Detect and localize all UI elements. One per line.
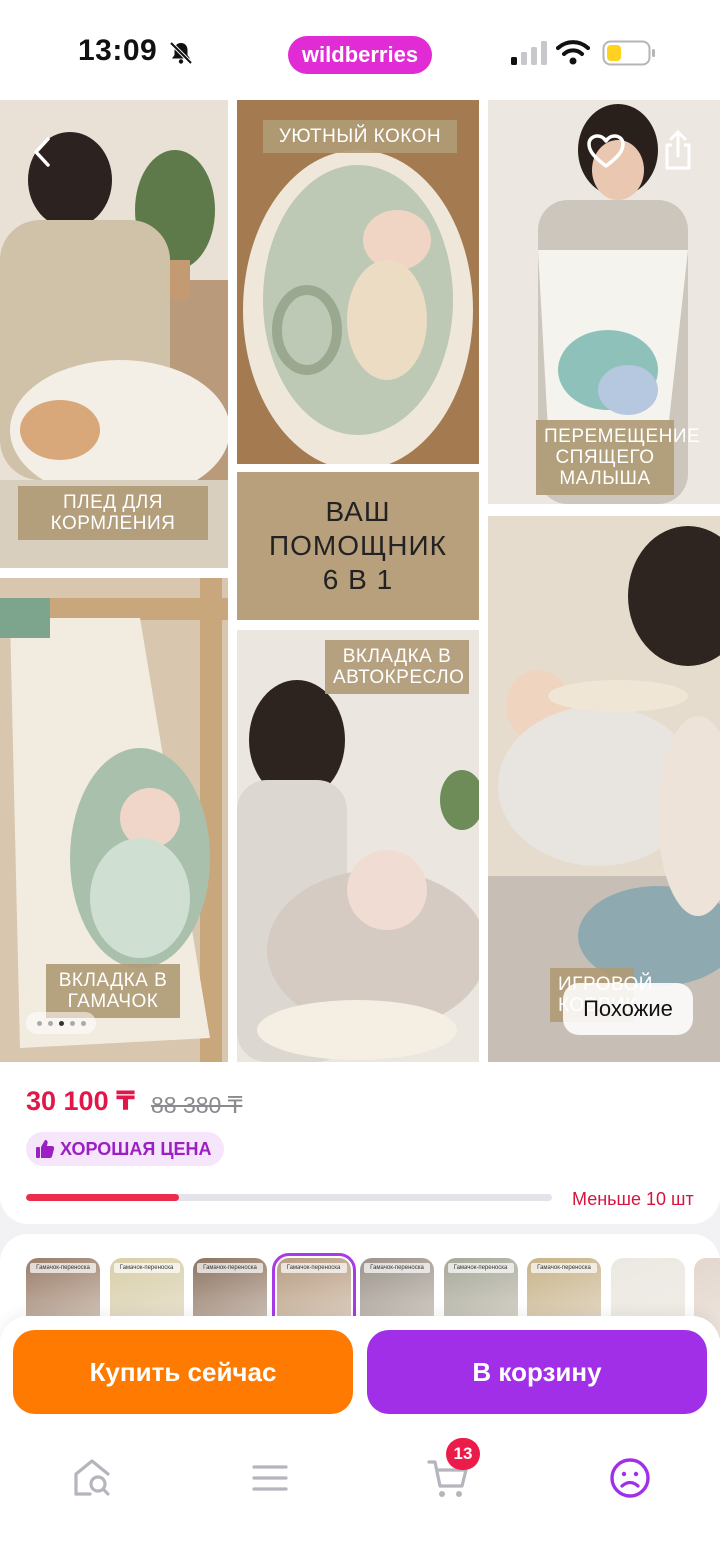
- cart-count-badge: 13: [446, 1438, 480, 1470]
- status-bar: 13:09 wildberries: [0, 0, 720, 100]
- page-dot: [36, 1020, 42, 1026]
- caption-moving-baby: ПЕРЕМЕЩЕНИЕ СПЯЩЕГО МАЛЫША: [536, 420, 700, 495]
- caption-nursing-blanket: ПЛЕД ДЛЯ КОРМЛЕНИЯ: [18, 486, 208, 540]
- bell-muted-icon: [169, 41, 193, 65]
- helper-title-line2: ПОМОЩНИК: [269, 530, 447, 561]
- chevron-left-icon: [34, 137, 50, 167]
- tab-catalog[interactable]: [240, 1448, 300, 1508]
- current-price: 30 100 ₸: [26, 1086, 135, 1116]
- variant-label: Гамачок-переноска: [364, 1263, 430, 1273]
- good-price-label: ХОРОШАЯ ЦЕНА: [60, 1138, 212, 1159]
- variant-label: Гамачок-переноска: [280, 1263, 347, 1273]
- variant-label: Гамачок-переноска: [197, 1263, 263, 1273]
- photo-cozy-cocoon: УЮТНЫЙ КОКОН: [237, 100, 479, 464]
- page-dot: [80, 1020, 86, 1026]
- share-icon: [665, 130, 691, 170]
- thumbs-up-icon: [36, 1140, 55, 1158]
- favorite-button[interactable]: [582, 128, 630, 174]
- variant-label: Гамачок-переноска: [113, 1263, 180, 1273]
- buy-now-button[interactable]: Купить сейчас: [13, 1330, 353, 1414]
- caption-cozy-cocoon: УЮТНЫЙ КОКОН: [263, 120, 457, 153]
- good-price-badge[interactable]: ХОРОШАЯ ЦЕНА: [26, 1132, 224, 1166]
- tab-profile[interactable]: [600, 1448, 660, 1508]
- tab-home-search[interactable]: [62, 1448, 122, 1508]
- wifi-icon: [556, 40, 590, 65]
- profile-icon: [610, 1458, 650, 1498]
- similar-button[interactable]: Похожие: [563, 983, 693, 1035]
- product-image-gallery[interactable]: ПЛЕД ДЛЯ КОРМЛЕНИЯ ВКЛАДКА В ГАМАЧОК УЮТ…: [0, 100, 720, 1062]
- product-page: 13:09 wildberries ПЛЕД ДЛЯ КОРМЛЕНИЯ ВКЛ…: [0, 0, 720, 1564]
- page-dot: [47, 1020, 53, 1026]
- helper-title-box: ВАШ ПОМОЩНИК 6 В 1: [237, 472, 479, 620]
- variant-label: Гамачок-переноска: [30, 1263, 96, 1273]
- stock-progress-fill: [26, 1194, 179, 1201]
- action-bar: Купить сейчас В корзину: [0, 1316, 720, 1428]
- photo-play-mat: ИГРОВОЙ КОВРИК: [488, 516, 720, 1062]
- photo-car-seat-insert: ВКЛАДКА В АВТОКРЕСЛО: [237, 630, 479, 1062]
- back-button[interactable]: [20, 130, 64, 174]
- status-time: 13:09: [78, 34, 158, 67]
- caption-car-seat-insert: ВКЛАДКА В АВТОКРЕСЛО: [325, 640, 469, 694]
- price-card: 30 100 ₸ 88 380 ₸ ХОРОШАЯ ЦЕНА Меньше 10…: [0, 1062, 720, 1224]
- bottom-tab-bar: 13: [0, 1428, 720, 1564]
- photo-hammock-insert: ВКЛАДКА В ГАМАЧОК: [0, 578, 228, 1062]
- helper-title-line1: ВАШ: [325, 496, 391, 527]
- variant-label: Гамачок-переноска: [447, 1263, 514, 1273]
- variant-label: Гамачок-переноска: [531, 1263, 597, 1273]
- add-to-cart-button[interactable]: В корзину: [367, 1330, 707, 1414]
- gallery-page-indicator: [26, 1012, 96, 1034]
- heart-icon: [587, 134, 625, 168]
- share-button[interactable]: [656, 126, 700, 174]
- page-dot: [69, 1020, 75, 1026]
- menu-icon: [252, 1465, 288, 1491]
- page-dot-active: [58, 1020, 64, 1026]
- old-price: 88 380 ₸: [151, 1092, 243, 1118]
- brand-logo: wildberries: [288, 36, 432, 74]
- home-search-icon: [74, 1459, 110, 1496]
- battery-icon: [602, 40, 655, 66]
- caption-hammock-insert: ВКЛАДКА В ГАМАЧОК: [46, 964, 180, 1018]
- stock-label: Меньше 10 шт: [572, 1189, 694, 1209]
- stock-progress-bar: [26, 1194, 552, 1201]
- cellular-signal-icon: [511, 41, 547, 65]
- helper-title-line3: 6 В 1: [322, 564, 394, 595]
